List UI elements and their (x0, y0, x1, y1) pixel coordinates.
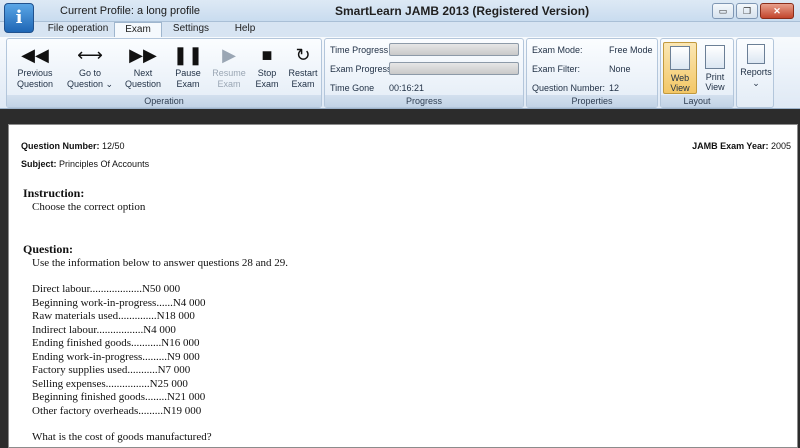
tab-file-operation[interactable]: File operation (40, 22, 116, 37)
list-item: Direct labour...................N50 000 (32, 283, 181, 295)
instruction-heading: Instruction: (23, 186, 85, 200)
exam-filter-value: None (609, 64, 631, 74)
question-number-label: Question Number: (532, 83, 606, 93)
rewind-icon: ◀◀ (21, 45, 49, 65)
list-item: Selling expenses................N25 000 (32, 377, 188, 390)
fast-forward-icon: ▶▶ (129, 45, 157, 65)
web-page-icon (670, 46, 690, 70)
play-icon: ▶ (222, 45, 236, 65)
exam-filter-label: Exam Filter: (532, 64, 581, 74)
question-number-line: Question Number: 12/50 (21, 141, 125, 151)
close-button[interactable]: ✕ (760, 3, 794, 19)
progress-group: Time Progress Exam Progress Time Gone 00… (324, 38, 524, 108)
question-view: Question Number: 12/50 JAMB Exam Year: 2… (8, 124, 798, 448)
operation-group: ◀◀ Previous Question ⟷ Go to Question ⌄ … (6, 38, 322, 108)
exam-mode-label: Exam Mode: (532, 45, 583, 55)
list-item: Ending work-in-progress.........N9 000 (32, 350, 200, 363)
question-intro: Use the information below to answer ques… (32, 257, 289, 269)
instruction-text: Choose the correct option (32, 201, 146, 213)
list-item: Factory supplies used...........N7 000 (32, 364, 191, 376)
reports-button[interactable]: Reports ⌄ (738, 42, 774, 89)
exam-progress-label: Exam Progress (330, 64, 392, 74)
go-to-question-button[interactable]: ⟷ Go to Question ⌄ (63, 42, 117, 90)
reports-icon (747, 44, 765, 64)
list-item: Beginning finished goods........N21 000 (32, 391, 206, 403)
properties-group: Exam Mode: Free Mode Exam Filter: None Q… (526, 38, 658, 108)
time-gone-label: Time Gone (330, 83, 375, 93)
exam-progress-bar (389, 62, 519, 75)
title-bar: Current Profile: a long profile SmartLea… (0, 0, 800, 22)
list-item: Ending finished goods...........N16 000 (32, 337, 200, 349)
ribbon: ◀◀ Previous Question ⟷ Go to Question ⌄ … (0, 37, 800, 109)
progress-group-label: Progress (325, 95, 523, 107)
time-progress-bar (389, 43, 519, 56)
time-progress-label: Time Progress (330, 45, 389, 55)
properties-group-label: Properties (527, 95, 657, 107)
tab-exam[interactable]: Exam (114, 22, 162, 37)
time-gone-value: 00:16:21 (389, 83, 425, 93)
minimize-button[interactable]: ▭ (712, 3, 734, 19)
ribbon-tabs: File operation Exam Settings Help (0, 22, 800, 37)
pause-icon: ❚❚ (172, 45, 204, 65)
restart-exam-button[interactable]: ↻ Restart Exam (285, 42, 321, 90)
reports-group: Reports ⌄ (736, 38, 774, 108)
stop-exam-button[interactable]: ■ Stop Exam (251, 42, 283, 90)
restore-button[interactable]: ❐ (736, 3, 758, 19)
window-title: SmartLearn JAMB 2013 (Registered Version… (335, 4, 590, 18)
next-question-button[interactable]: ▶▶ Next Question (119, 42, 167, 90)
subject-line: Subject: Principles Of Accounts (21, 159, 150, 169)
cost-items-list: Direct labour...................N50 000 … (32, 283, 206, 418)
restart-icon: ↻ (295, 45, 311, 65)
tab-settings[interactable]: Settings (166, 22, 216, 37)
question-prompt: What is the cost of goods manufactured? (32, 431, 212, 443)
list-item: Indirect labour.................N4 000 (32, 323, 176, 336)
resume-exam-button[interactable]: ▶ Resume Exam (209, 42, 249, 90)
tab-help[interactable]: Help (220, 22, 270, 37)
print-view-button[interactable]: Print View (698, 42, 732, 94)
exam-year-line: JAMB Exam Year: 2005 (692, 141, 791, 151)
list-item: Raw materials used..............N18 000 (32, 310, 195, 322)
list-item: Beginning work-in-progress......N4 000 (32, 296, 206, 309)
web-view-button[interactable]: Web View (663, 42, 697, 94)
print-page-icon (705, 45, 725, 69)
layout-group: Web View Print View Layout (660, 38, 734, 108)
layout-group-label: Layout (661, 95, 733, 107)
chevron-down-icon: ⌄ (752, 78, 760, 88)
current-profile-label: Current Profile: a long profile (60, 5, 201, 17)
info-icon[interactable]: i (4, 3, 34, 33)
stop-icon: ■ (261, 45, 273, 65)
operation-group-label: Operation (7, 95, 321, 107)
question-number-value: 12 (609, 83, 620, 93)
pause-exam-button[interactable]: ❚❚ Pause Exam (171, 42, 205, 90)
exam-mode-value: Free Mode (609, 45, 653, 55)
list-item: Other factory overheads.........N19 000 (32, 404, 202, 417)
horizontal-arrows-icon: ⟷ (77, 45, 103, 65)
question-heading: Question: (23, 242, 74, 256)
previous-question-button[interactable]: ◀◀ Previous Question (11, 42, 59, 90)
window-controls: ▭ ❐ ✕ (712, 3, 794, 19)
